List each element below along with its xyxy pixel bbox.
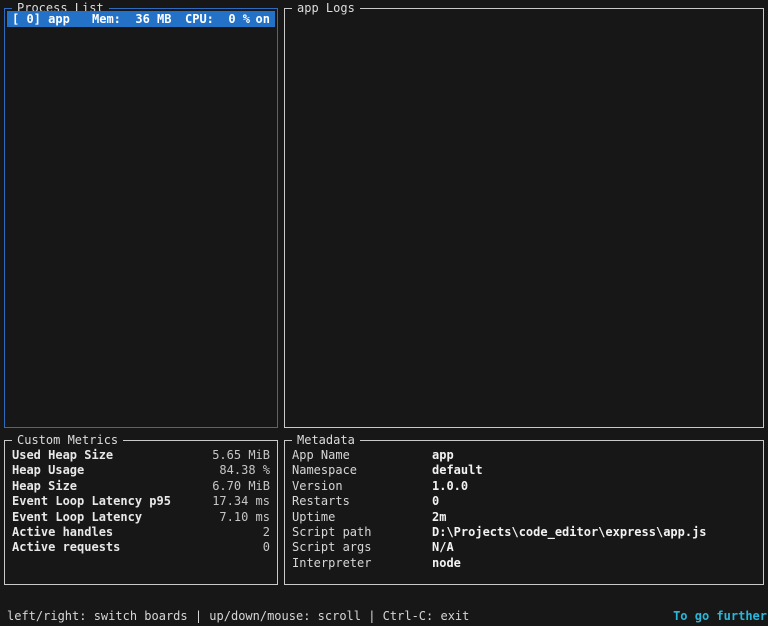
metadata-row: Namespace default xyxy=(292,463,756,478)
metric-value: 17.34 ms xyxy=(212,494,270,509)
metadata-value: N/A xyxy=(432,540,454,555)
process-status: on xyxy=(255,12,270,26)
metric-value: 5.65 MiB xyxy=(212,448,270,462)
metric-row: Event Loop Latency p95 17.34 ms xyxy=(12,494,270,509)
metric-value: 2 xyxy=(262,525,270,540)
metric-label: Used Heap Size xyxy=(12,448,114,462)
metadata-row: App Name app xyxy=(292,448,756,463)
metric-row: Active handles 2 xyxy=(12,525,270,540)
metadata-label: Namespace xyxy=(292,463,358,478)
metadata-label: Script args xyxy=(292,540,372,555)
custom-metrics-rows: Used Heap Size 5.65 MiB Heap Usage 84.38… xyxy=(5,441,277,556)
metadata-row: Uptime 2m xyxy=(292,510,756,525)
metric-row: Used Heap Size 5.65 MiB xyxy=(12,448,270,463)
process-row-selected[interactable]: [ 0] app Mem: 36 MB CPU: 0 % on xyxy=(7,11,275,27)
statusbar-promo-link: To go further xyxy=(673,609,767,623)
custom-metrics-panel[interactable]: Custom Metrics Used Heap Size 5.65 MiB H… xyxy=(4,432,278,585)
metadata-label: Restarts xyxy=(292,494,350,509)
metadata-row: Version 1.0.0 xyxy=(292,479,756,494)
metric-value: 84.38 % xyxy=(219,463,270,478)
metadata-panel[interactable]: Metadata App Name app Namespace default … xyxy=(284,432,764,585)
metadata-row: Interpreter node xyxy=(292,556,756,571)
metric-label: Heap Usage xyxy=(12,463,85,478)
metric-label: Event Loop Latency xyxy=(12,509,143,524)
metric-value: 6.70 MiB xyxy=(212,478,270,493)
process-list-panel[interactable]: Process List [ 0] app Mem: 36 MB CPU: 0 … xyxy=(4,0,278,428)
metadata-label: Uptime xyxy=(292,509,336,524)
metadata-value: app xyxy=(432,448,454,462)
process-name: [ 0] app xyxy=(12,12,70,26)
metadata-value: node xyxy=(432,555,461,570)
metric-value: 7.10 ms xyxy=(219,509,270,524)
metadata-value: 0 xyxy=(432,494,440,509)
metadata-label: Interpreter xyxy=(292,555,372,570)
logs-title: app Logs xyxy=(292,0,360,16)
metadata-label: Version xyxy=(292,478,343,493)
metadata-row: Script args N/A xyxy=(292,540,756,555)
metadata-value: 2m xyxy=(432,509,447,524)
metric-row: Heap Usage 84.38 % xyxy=(12,463,270,478)
process-cpu: CPU: 0 % xyxy=(185,12,251,26)
metadata-label: Script path xyxy=(292,525,372,540)
metric-row: Heap Size 6.70 MiB xyxy=(12,479,270,494)
metadata-row: Restarts 0 xyxy=(292,494,756,509)
metric-label: Active requests xyxy=(12,540,121,555)
custom-metrics-title: Custom Metrics xyxy=(12,432,124,448)
metadata-rows: App Name app Namespace default Version 1… xyxy=(285,441,763,571)
metadata-label: App Name xyxy=(292,448,350,462)
metric-row: Event Loop Latency 7.10 ms xyxy=(12,510,270,525)
metadata-value: 1.0.0 xyxy=(432,478,469,493)
metadata-value: D:\Projects\code_editor\express\app.js xyxy=(432,525,707,540)
metric-row: Active requests 0 xyxy=(12,540,270,555)
metric-label: Heap Size xyxy=(12,478,78,493)
statusbar-keyboard-hints: left/right: switch boards | up/down/mous… xyxy=(7,609,470,623)
metadata-title: Metadata xyxy=(292,432,360,448)
process-memory: Mem: 36 MB xyxy=(92,12,172,26)
logs-panel[interactable]: app Logs xyxy=(284,0,764,428)
metric-value: 0 xyxy=(262,540,270,555)
metadata-value: default xyxy=(432,463,483,478)
metric-label: Active handles xyxy=(12,525,114,540)
metric-label: Event Loop Latency p95 xyxy=(12,494,171,509)
metadata-row: Script path D:\Projects\code_editor\expr… xyxy=(292,525,756,540)
